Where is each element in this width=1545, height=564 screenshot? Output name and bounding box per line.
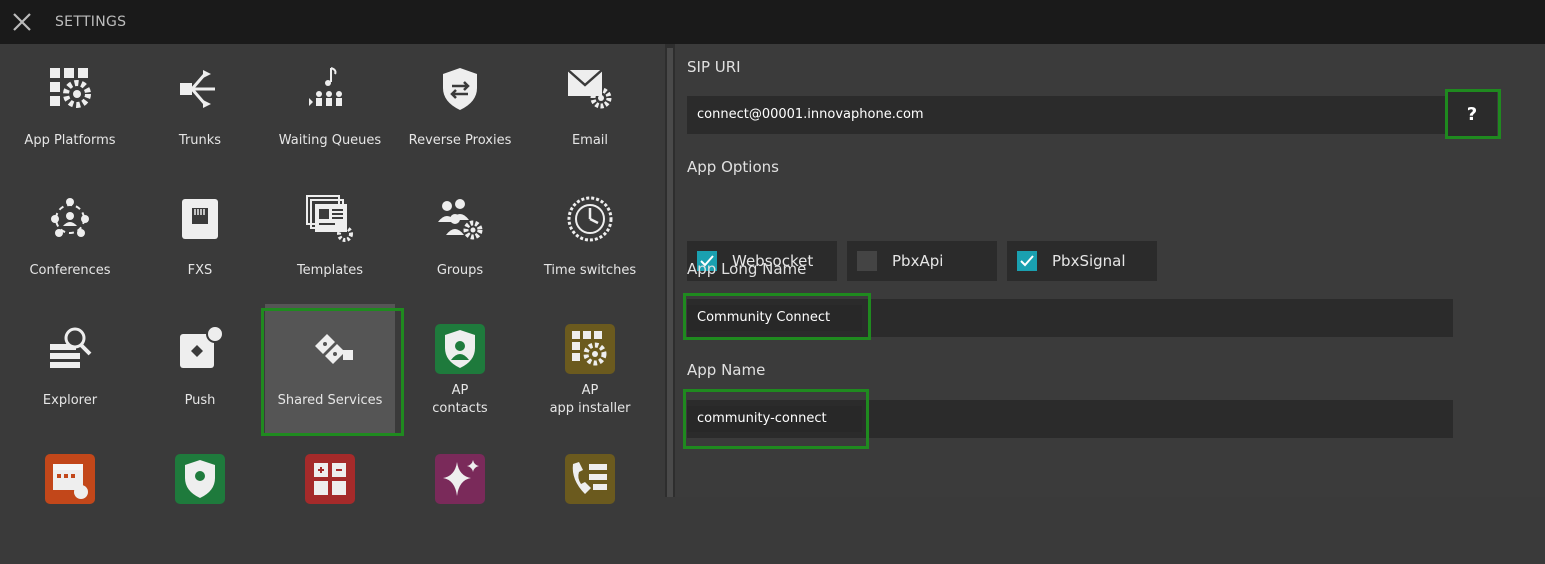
groups-icon [438, 199, 483, 240]
app-options-label: App Options [687, 158, 779, 176]
grid-item-conferences[interactable]: Conferences [5, 174, 135, 304]
email-icon [567, 69, 612, 109]
grid-item-time-switches[interactable]: Time switches [525, 174, 655, 304]
option-label: PbxSignal [1052, 252, 1126, 270]
checkmark-icon [1020, 255, 1034, 267]
grid-item-explorer[interactable]: Explorer [5, 304, 135, 434]
grid-item-waiting-queues[interactable]: Waiting Queues [265, 44, 395, 174]
grid-item-label: Groups [436, 263, 484, 278]
option-pbxsignal[interactable]: PbxSignal [1007, 241, 1157, 281]
grid-item-label: Templates [296, 263, 364, 278]
grid-item-ap-app-installer[interactable]: AP app installer [525, 304, 655, 434]
app-long-name-label: App Long Name [687, 260, 807, 278]
fxs-icon [182, 199, 218, 239]
grid-item-fxs[interactable]: FXS [135, 174, 265, 304]
grid-item-phone-list[interactable] [525, 434, 655, 564]
grid-item-push[interactable]: Push [135, 304, 265, 434]
app-platforms-icon [50, 68, 91, 108]
push-icon [180, 325, 224, 368]
time-switches-icon [567, 196, 613, 242]
grid-item-label: Email [571, 133, 609, 148]
pbxsignal-checkbox[interactable] [1017, 251, 1037, 271]
sip-uri-label: SIP URI [687, 58, 741, 76]
grid-item-label: AP [451, 383, 469, 398]
page-title: SETTINGS [55, 14, 127, 30]
grid-item-calendar[interactable] [5, 434, 135, 564]
grid-item-trunks[interactable]: Trunks [135, 44, 265, 174]
pbxapi-checkbox[interactable] [857, 251, 877, 271]
grid-item-sparkle[interactable] [395, 434, 525, 564]
grid-item-label: Explorer [42, 393, 98, 408]
grid-item-label: App Platforms [24, 133, 116, 148]
top-bar: SETTINGS [0, 0, 1545, 44]
grid-item-label: Trunks [178, 133, 222, 148]
grid-item-label: Waiting Queues [278, 133, 382, 148]
grid-item-calculator[interactable] [265, 434, 395, 564]
templates-icon [306, 195, 353, 242]
ap-app-installer-icon [565, 324, 615, 374]
app-name-label: App Name [687, 361, 766, 379]
ap-contacts-icon [435, 324, 485, 374]
grid-item-sublabel: app installer [549, 401, 631, 416]
grid-item-templates[interactable]: Templates [265, 174, 395, 304]
waiting-queues-icon [309, 67, 342, 106]
scrollbar[interactable] [667, 48, 673, 497]
app-long-name-highlight [683, 293, 871, 340]
trunks-icon [180, 70, 215, 108]
explorer-icon [50, 327, 92, 368]
grid-item-user-shield[interactable] [135, 434, 265, 564]
option-label: PbxApi [892, 252, 944, 270]
grid-item-label: AP [581, 383, 599, 398]
service-form: SIP URI connect@00001.innovaphone.com ? … [675, 44, 1545, 497]
grid-item-ap-contacts[interactable]: AP contacts [395, 304, 525, 434]
conferences-icon [51, 198, 89, 237]
help-highlight [1445, 89, 1501, 139]
close-icon[interactable] [10, 10, 34, 34]
grid-item-label: Time switches [543, 263, 637, 278]
grid-item-sublabel: contacts [432, 401, 488, 416]
grid-item-label: FXS [187, 263, 213, 278]
grid-item-email[interactable]: Email [525, 44, 655, 174]
grid-item-label: Conferences [29, 263, 111, 278]
app-name-highlight [683, 389, 869, 449]
grid-item-app-platforms[interactable]: App Platforms [5, 44, 135, 174]
settings-grid: App Platforms Trunks Waiting Queues Reve… [0, 44, 665, 504]
grid-item-label: Push [184, 393, 216, 408]
shared-services-highlight [261, 308, 404, 436]
reverse-proxies-icon [443, 68, 477, 110]
sip-uri-field[interactable]: connect@00001.innovaphone.com [687, 96, 1447, 134]
grid-item-reverse-proxies[interactable]: Reverse Proxies [395, 44, 525, 174]
grid-item-label: Reverse Proxies [408, 133, 512, 148]
grid-item-groups[interactable]: Groups [395, 174, 525, 304]
option-pbxapi[interactable]: PbxApi [847, 241, 997, 281]
